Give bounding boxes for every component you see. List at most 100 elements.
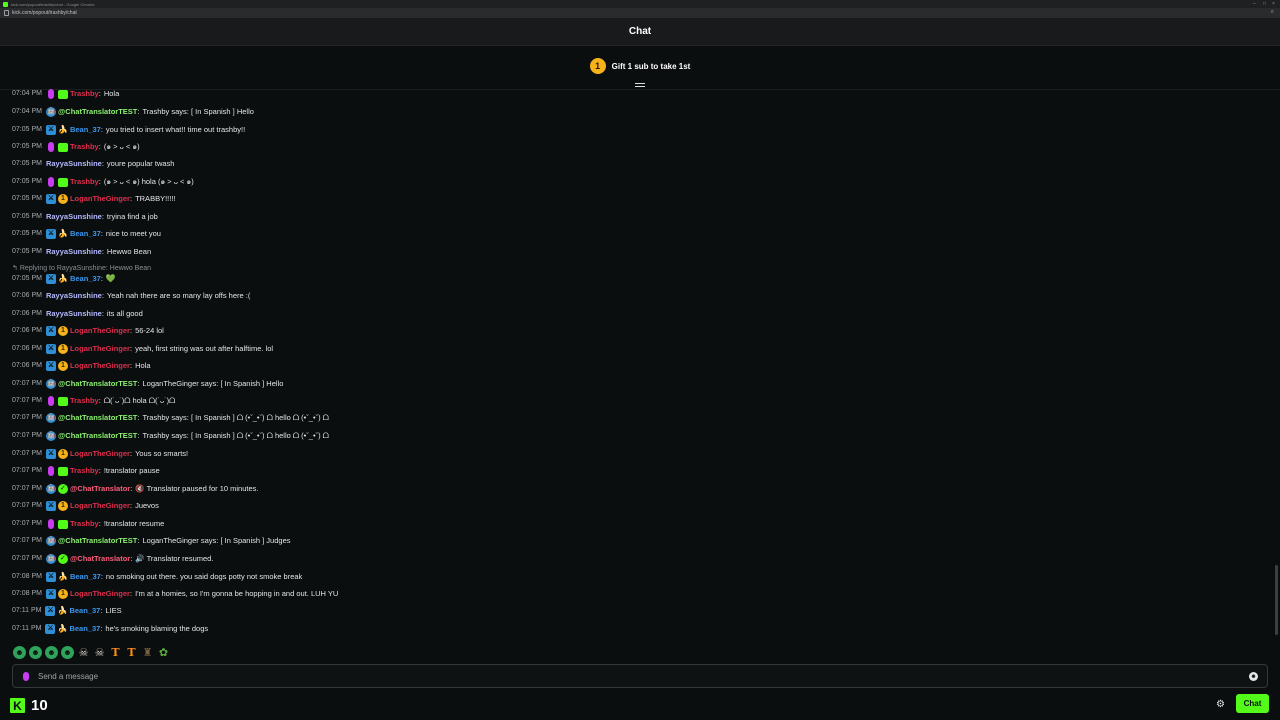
message-username[interactable]: Trashby	[70, 394, 99, 408]
chat-message[interactable]: 07:06 PM RayyaSunshine: its all good	[12, 307, 143, 321]
chat-message[interactable]: 07:07 PM Trashby: ᗝ(˙ᴗ˙)ᗝ hola ᗝ(˙ᴗ˙)ᗝ	[12, 394, 175, 408]
broadcaster-badge-icon[interactable]	[47, 89, 54, 99]
moderator-badge-icon[interactable]: ⚔	[45, 344, 56, 354]
broadcaster-badge-icon[interactable]	[47, 177, 54, 187]
message-username[interactable]: RayyaSunshine	[46, 245, 102, 259]
chat-message-list[interactable]: 07:04 PM Trashby: Hola 07:04 PM 🤖 @ChatTransl…	[0, 89, 1280, 637]
subscriber-badge-icon[interactable]: 🍌	[57, 606, 67, 616]
chat-message[interactable]: 07:05 PM RayyaSunshine: Hewwo Bean	[12, 245, 151, 259]
gifter-badge-icon[interactable]: 1	[57, 344, 68, 354]
settings-gear-icon[interactable]: ⚙	[1216, 699, 1225, 710]
moderator-badge-icon[interactable]: ⚔	[45, 229, 56, 239]
kick-badge-icon[interactable]	[57, 466, 68, 476]
gifter-badge-icon[interactable]: 1	[57, 194, 68, 204]
send-chat-button[interactable]: Chat	[1236, 694, 1269, 713]
subscriber-badge-icon[interactable]: 🍌	[57, 624, 67, 634]
message-username[interactable]: RayyaSunshine	[46, 289, 102, 303]
gift-leaderboard[interactable]: 1 Gift 1 sub to take 1st	[0, 47, 1280, 85]
chat-message[interactable]: 07:11 PM ⚔ 🍌 Bean_37: he's smoking blaming t…	[12, 622, 208, 636]
moderator-badge-icon[interactable]: ⚔	[45, 274, 56, 284]
message-username[interactable]: Bean_37	[70, 123, 101, 137]
bot-badge-icon[interactable]: 🤖	[45, 484, 56, 494]
reply-context[interactable]: ↰ Replying to RayyaSunshine: Hewwo Bean	[12, 263, 151, 275]
chat-message[interactable]: 07:05 PM RayyaSunshine: tryina find a job	[12, 210, 158, 224]
message-username[interactable]: Trashby	[70, 140, 99, 154]
minimize-icon[interactable]: –	[1253, 1, 1256, 7]
t-emote-2-icon[interactable]: T	[125, 646, 138, 659]
message-username[interactable]: LoganTheGinger	[70, 192, 130, 206]
message-username[interactable]: Trashby	[70, 464, 99, 478]
chat-message[interactable]: 07:07 PM ⚔ 1 LoganTheGinger: Juevos	[12, 499, 159, 513]
subscriber-badge-icon[interactable]: 🍌	[58, 274, 68, 284]
chat-message[interactable]: 07:08 PM ⚔ 1 LoganTheGinger: I'm at a homies…	[12, 587, 338, 601]
message-username[interactable]: LoganTheGinger	[70, 587, 130, 601]
gifter-badge-icon[interactable]: 1	[57, 326, 68, 336]
chat-message[interactable]: 07:05 PM RayyaSunshine: youre popular twas…	[12, 157, 174, 171]
moderator-badge-icon[interactable]: ⚔	[45, 624, 56, 634]
moderator-badge-icon[interactable]: ⚔	[45, 361, 56, 371]
message-username[interactable]: @ChatTranslatorTEST	[58, 429, 137, 443]
t-emote-icon[interactable]: T	[109, 646, 122, 659]
bot-badge-icon[interactable]: 🤖	[45, 431, 56, 441]
message-input-box[interactable]: ☻	[12, 664, 1268, 688]
chat-message[interactable]: 07:07 PM 🤖 ✓ @ChatTranslator: 🔊 Translator r…	[12, 552, 213, 566]
message-username[interactable]: LoganTheGinger	[70, 499, 130, 513]
skull-emote-2-icon[interactable]: ☠	[93, 646, 106, 659]
chat-message[interactable]: 07:11 PM ⚔ 🍌 Bean_37: LIES	[12, 604, 122, 618]
message-username[interactable]: Trashby	[70, 89, 99, 101]
bot-badge-icon[interactable]: 🤖	[45, 413, 56, 423]
kick-emote-3-icon[interactable]: ☻	[45, 645, 58, 659]
lock-icon[interactable]	[4, 10, 9, 16]
kick-points-icon[interactable]: K	[10, 698, 25, 713]
message-input[interactable]	[38, 671, 1218, 681]
message-username[interactable]: LoganTheGinger	[70, 324, 130, 338]
moderator-badge-icon[interactable]: ⚔	[45, 125, 56, 135]
chat-message[interactable]: 07:07 PM Trashby: !translator pause	[12, 464, 160, 478]
chat-message[interactable]: 07:06 PM ⚔ 1 LoganTheGinger: Hola	[12, 359, 151, 373]
message-username[interactable]: Trashby	[70, 175, 99, 189]
message-username[interactable]: Bean_37	[69, 622, 100, 636]
verified-badge-icon[interactable]: ✓	[57, 554, 68, 564]
zoom-icon[interactable]: ⌕	[1271, 9, 1274, 16]
chat-message[interactable]: 07:06 PM RayyaSunshine: Yeah nah there are…	[12, 289, 250, 303]
gift-sub-prompt[interactable]: Gift 1 sub to take 1st	[612, 62, 691, 71]
address-bar[interactable]: kick.com/popout/trashby/chat ⌕	[0, 8, 1280, 18]
emoji-picker-icon[interactable]: ☻	[1249, 672, 1258, 681]
message-username[interactable]: LoganTheGinger	[70, 359, 130, 373]
chat-message[interactable]: 07:04 PM 🤖 @ChatTranslatorTEST: Trashby say…	[12, 105, 254, 119]
message-username[interactable]: @ChatTranslator	[70, 482, 130, 496]
gifter-badge-icon[interactable]: 1	[57, 501, 68, 511]
message-username[interactable]: Trashby	[70, 517, 99, 531]
chat-message[interactable]: 07:05 PM ⚔ 1 LoganTheGinger: TRABBY!!!!!	[12, 192, 176, 206]
gifter-badge-icon[interactable]: 1	[57, 361, 68, 371]
chat-message[interactable]: 07:07 PM 🤖 @ChatTranslatorTEST: Trashby say…	[12, 411, 329, 425]
subscriber-badge-icon[interactable]: 🍌	[58, 572, 68, 582]
message-username[interactable]: @ChatTranslatorTEST	[58, 377, 137, 391]
message-username[interactable]: RayyaSunshine	[46, 210, 102, 224]
chat-message[interactable]: 07:05 PM Trashby: (๑ > ᴗ < ๑) hola (๑ > ᴗ …	[12, 175, 194, 189]
verified-badge-icon[interactable]: ✓	[57, 484, 68, 494]
moderator-badge-icon[interactable]: ⚔	[45, 589, 56, 599]
kick-emote-2-icon[interactable]: ☻	[29, 645, 42, 659]
beer-emote-icon[interactable]: ♜	[141, 646, 154, 659]
moderator-badge-icon[interactable]: ⚔	[45, 606, 56, 616]
message-username[interactable]: @ChatTranslatorTEST	[58, 105, 137, 119]
moderator-badge-icon[interactable]: ⚔	[45, 449, 56, 459]
close-icon[interactable]: ×	[1272, 1, 1275, 7]
chat-message[interactable]: 07:05 PM Trashby: (๑ > ᴗ < ๑)	[12, 140, 140, 154]
message-username[interactable]: Bean_37	[70, 227, 101, 241]
bot-badge-icon[interactable]: 🤖	[45, 536, 56, 546]
bot-badge-icon[interactable]: 🤖	[45, 379, 56, 389]
message-username[interactable]: @ChatTranslatorTEST	[58, 534, 137, 548]
broadcaster-badge-icon[interactable]	[47, 396, 54, 406]
subscriber-badge-icon[interactable]: 🍌	[58, 125, 68, 135]
message-username[interactable]: LoganTheGinger	[70, 342, 130, 356]
kick-badge-icon[interactable]	[57, 519, 68, 529]
subscriber-badge-icon[interactable]: 🍌	[58, 229, 68, 239]
chat-message[interactable]: 07:07 PM 🤖 ✓ @ChatTranslator: 🔇 Translator p…	[12, 482, 258, 496]
message-username[interactable]: RayyaSunshine	[46, 157, 102, 171]
gifter-badge-icon[interactable]: 1	[57, 589, 68, 599]
bot-badge-icon[interactable]: 🤖	[45, 554, 56, 564]
kick-badge-icon[interactable]	[57, 142, 68, 152]
message-username[interactable]: LoganTheGinger	[70, 447, 130, 461]
